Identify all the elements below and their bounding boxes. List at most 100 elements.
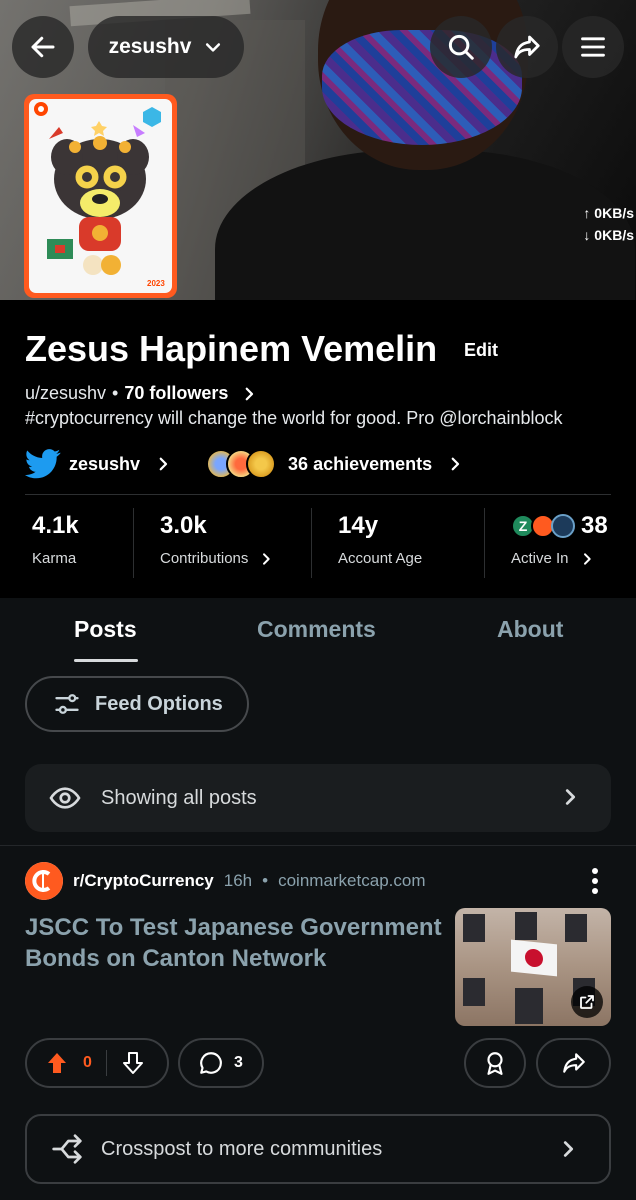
search-button[interactable] xyxy=(430,16,492,78)
vote-count: 0 xyxy=(83,1054,92,1071)
crosspost-icon xyxy=(52,1134,82,1164)
external-link-icon xyxy=(580,995,594,1009)
thumbnail-window xyxy=(463,914,485,942)
sliders-icon xyxy=(55,694,79,714)
thumbnail-window xyxy=(515,912,537,940)
stat-value: 3.0k xyxy=(160,512,207,539)
stat-label: Contributions xyxy=(160,550,249,567)
stat-value: 4.1k xyxy=(32,512,79,539)
award-button[interactable] xyxy=(464,1038,526,1088)
back-button[interactable] xyxy=(12,16,74,78)
share-profile-button[interactable] xyxy=(496,16,558,78)
stat-active-in[interactable]: Z 38 Active In xyxy=(485,508,635,580)
stat-contributions[interactable]: 3.0k Contributions xyxy=(134,508,311,580)
collectible-avatar-illustration: 2023 xyxy=(34,102,165,288)
username-handle: u/zesushv xyxy=(25,383,107,403)
achievements-count: 36 achievements xyxy=(288,453,433,474)
feed-options-button[interactable]: Feed Options xyxy=(25,676,249,732)
username-switcher[interactable]: zesushv xyxy=(88,16,244,78)
avatar-card: 2023 xyxy=(29,99,172,293)
handle-separator: • xyxy=(112,383,119,403)
comment-bubble-icon xyxy=(200,1052,222,1074)
stat-label: Account Age xyxy=(338,550,423,567)
bitcoin-icon xyxy=(551,514,575,538)
downvote-icon[interactable] xyxy=(121,1051,145,1075)
post-overflow-button[interactable] xyxy=(586,866,604,896)
post-domain[interactable]: coinmarketcap.com xyxy=(278,871,425,891)
username-pill-label: zesushv xyxy=(108,35,192,58)
twitter-link[interactable]: zesushv xyxy=(25,449,172,479)
avatar-year-tag: 2023 xyxy=(147,279,165,288)
active-tab-indicator xyxy=(74,659,138,662)
menu-button[interactable] xyxy=(562,16,624,78)
tab-about[interactable]: About xyxy=(497,616,563,643)
crosspost-label: Crosspost to more communities xyxy=(101,1137,383,1160)
stat-label-row: Contributions xyxy=(160,550,311,567)
meta-separator: • xyxy=(262,871,269,890)
upvote-icon[interactable] xyxy=(45,1051,69,1075)
stat-value: 38 xyxy=(581,512,608,539)
post-age: 16h xyxy=(223,871,253,890)
japan-flag xyxy=(511,939,557,977)
eye-icon xyxy=(49,787,81,809)
hamburger-menu-icon xyxy=(581,37,605,57)
stat-karma: 4.1k Karma xyxy=(0,508,133,580)
social-links-row: zesushv 36 achievements xyxy=(25,447,464,481)
followers-link[interactable]: 70 followers xyxy=(124,383,228,404)
banner-face-mask xyxy=(322,30,522,145)
post-filter-row[interactable]: Showing all posts xyxy=(25,764,611,832)
twitter-handle: zesushv xyxy=(69,453,141,474)
search-icon xyxy=(448,34,474,60)
active-in-row: Z 38 xyxy=(511,512,635,540)
stat-account-age: 14y Account Age xyxy=(312,508,484,580)
post-thumbnail[interactable] xyxy=(455,908,611,1026)
profile-divider xyxy=(25,494,611,495)
tab-comments[interactable]: Comments xyxy=(257,616,376,643)
award-icon xyxy=(487,1052,503,1075)
subreddit-link[interactable]: r/CryptoCurrency xyxy=(73,871,214,891)
achievements-link[interactable]: 36 achievements xyxy=(206,449,464,479)
arrow-left-icon xyxy=(31,36,55,58)
chevron-right-icon xyxy=(583,552,591,565)
twitter-bird-icon xyxy=(25,449,61,479)
subreddit-icon[interactable] xyxy=(25,862,63,900)
vote-bar: 0 xyxy=(25,1038,169,1088)
avatar[interactable]: 2023 xyxy=(24,94,177,298)
crosspost-button[interactable]: Crosspost to more communities xyxy=(25,1114,611,1184)
thumbnail-window xyxy=(515,988,543,1024)
stat-label: Active In xyxy=(511,550,569,567)
vote-divider xyxy=(105,1050,107,1076)
chevron-right-icon xyxy=(159,457,168,471)
external-link-button[interactable] xyxy=(571,986,603,1018)
network-speed-indicator: ↑ 0KB/s ↓ 0KB/s xyxy=(583,202,634,246)
chevron-right-icon xyxy=(263,552,271,565)
share-icon xyxy=(514,35,540,59)
chevron-right-icon xyxy=(565,789,576,805)
post-title[interactable]: JSCC To Test Japanese Government Bonds o… xyxy=(25,912,445,974)
thumbnail-window xyxy=(565,914,587,942)
download-speed: ↓ 0KB/s xyxy=(583,227,634,243)
post-header: r/CryptoCurrency 16h • coinmarketcap.com xyxy=(25,862,425,900)
comment-count: 3 xyxy=(234,1054,243,1071)
achievement-badges xyxy=(206,449,277,479)
tab-posts[interactable]: Posts xyxy=(74,616,137,643)
share-post-button[interactable] xyxy=(536,1038,611,1088)
showing-label: Showing all posts xyxy=(101,786,257,809)
stat-label-row: Active In xyxy=(511,550,635,567)
comments-button[interactable]: 3 xyxy=(178,1038,264,1088)
feed-divider xyxy=(0,845,636,846)
handle-row: u/zesushv • 70 followers xyxy=(25,383,258,404)
stat-value: 14y xyxy=(338,512,379,539)
community-icons: Z xyxy=(511,514,575,538)
upload-speed: ↑ 0KB/s xyxy=(583,205,634,221)
feed-options-label: Feed Options xyxy=(95,692,223,715)
display-name: Zesus Hapinem Vemelin xyxy=(25,328,438,369)
more-vertical-icon xyxy=(592,868,598,894)
edit-profile-button[interactable]: Edit xyxy=(464,340,498,361)
share-icon xyxy=(562,1053,585,1073)
chevron-right-icon xyxy=(563,1141,574,1157)
chevron-right-icon xyxy=(246,387,254,400)
profile-bio: #cryptocurrency will change the world fo… xyxy=(25,408,563,428)
chevron-down-icon xyxy=(206,43,221,52)
stat-label: Karma xyxy=(32,550,77,567)
